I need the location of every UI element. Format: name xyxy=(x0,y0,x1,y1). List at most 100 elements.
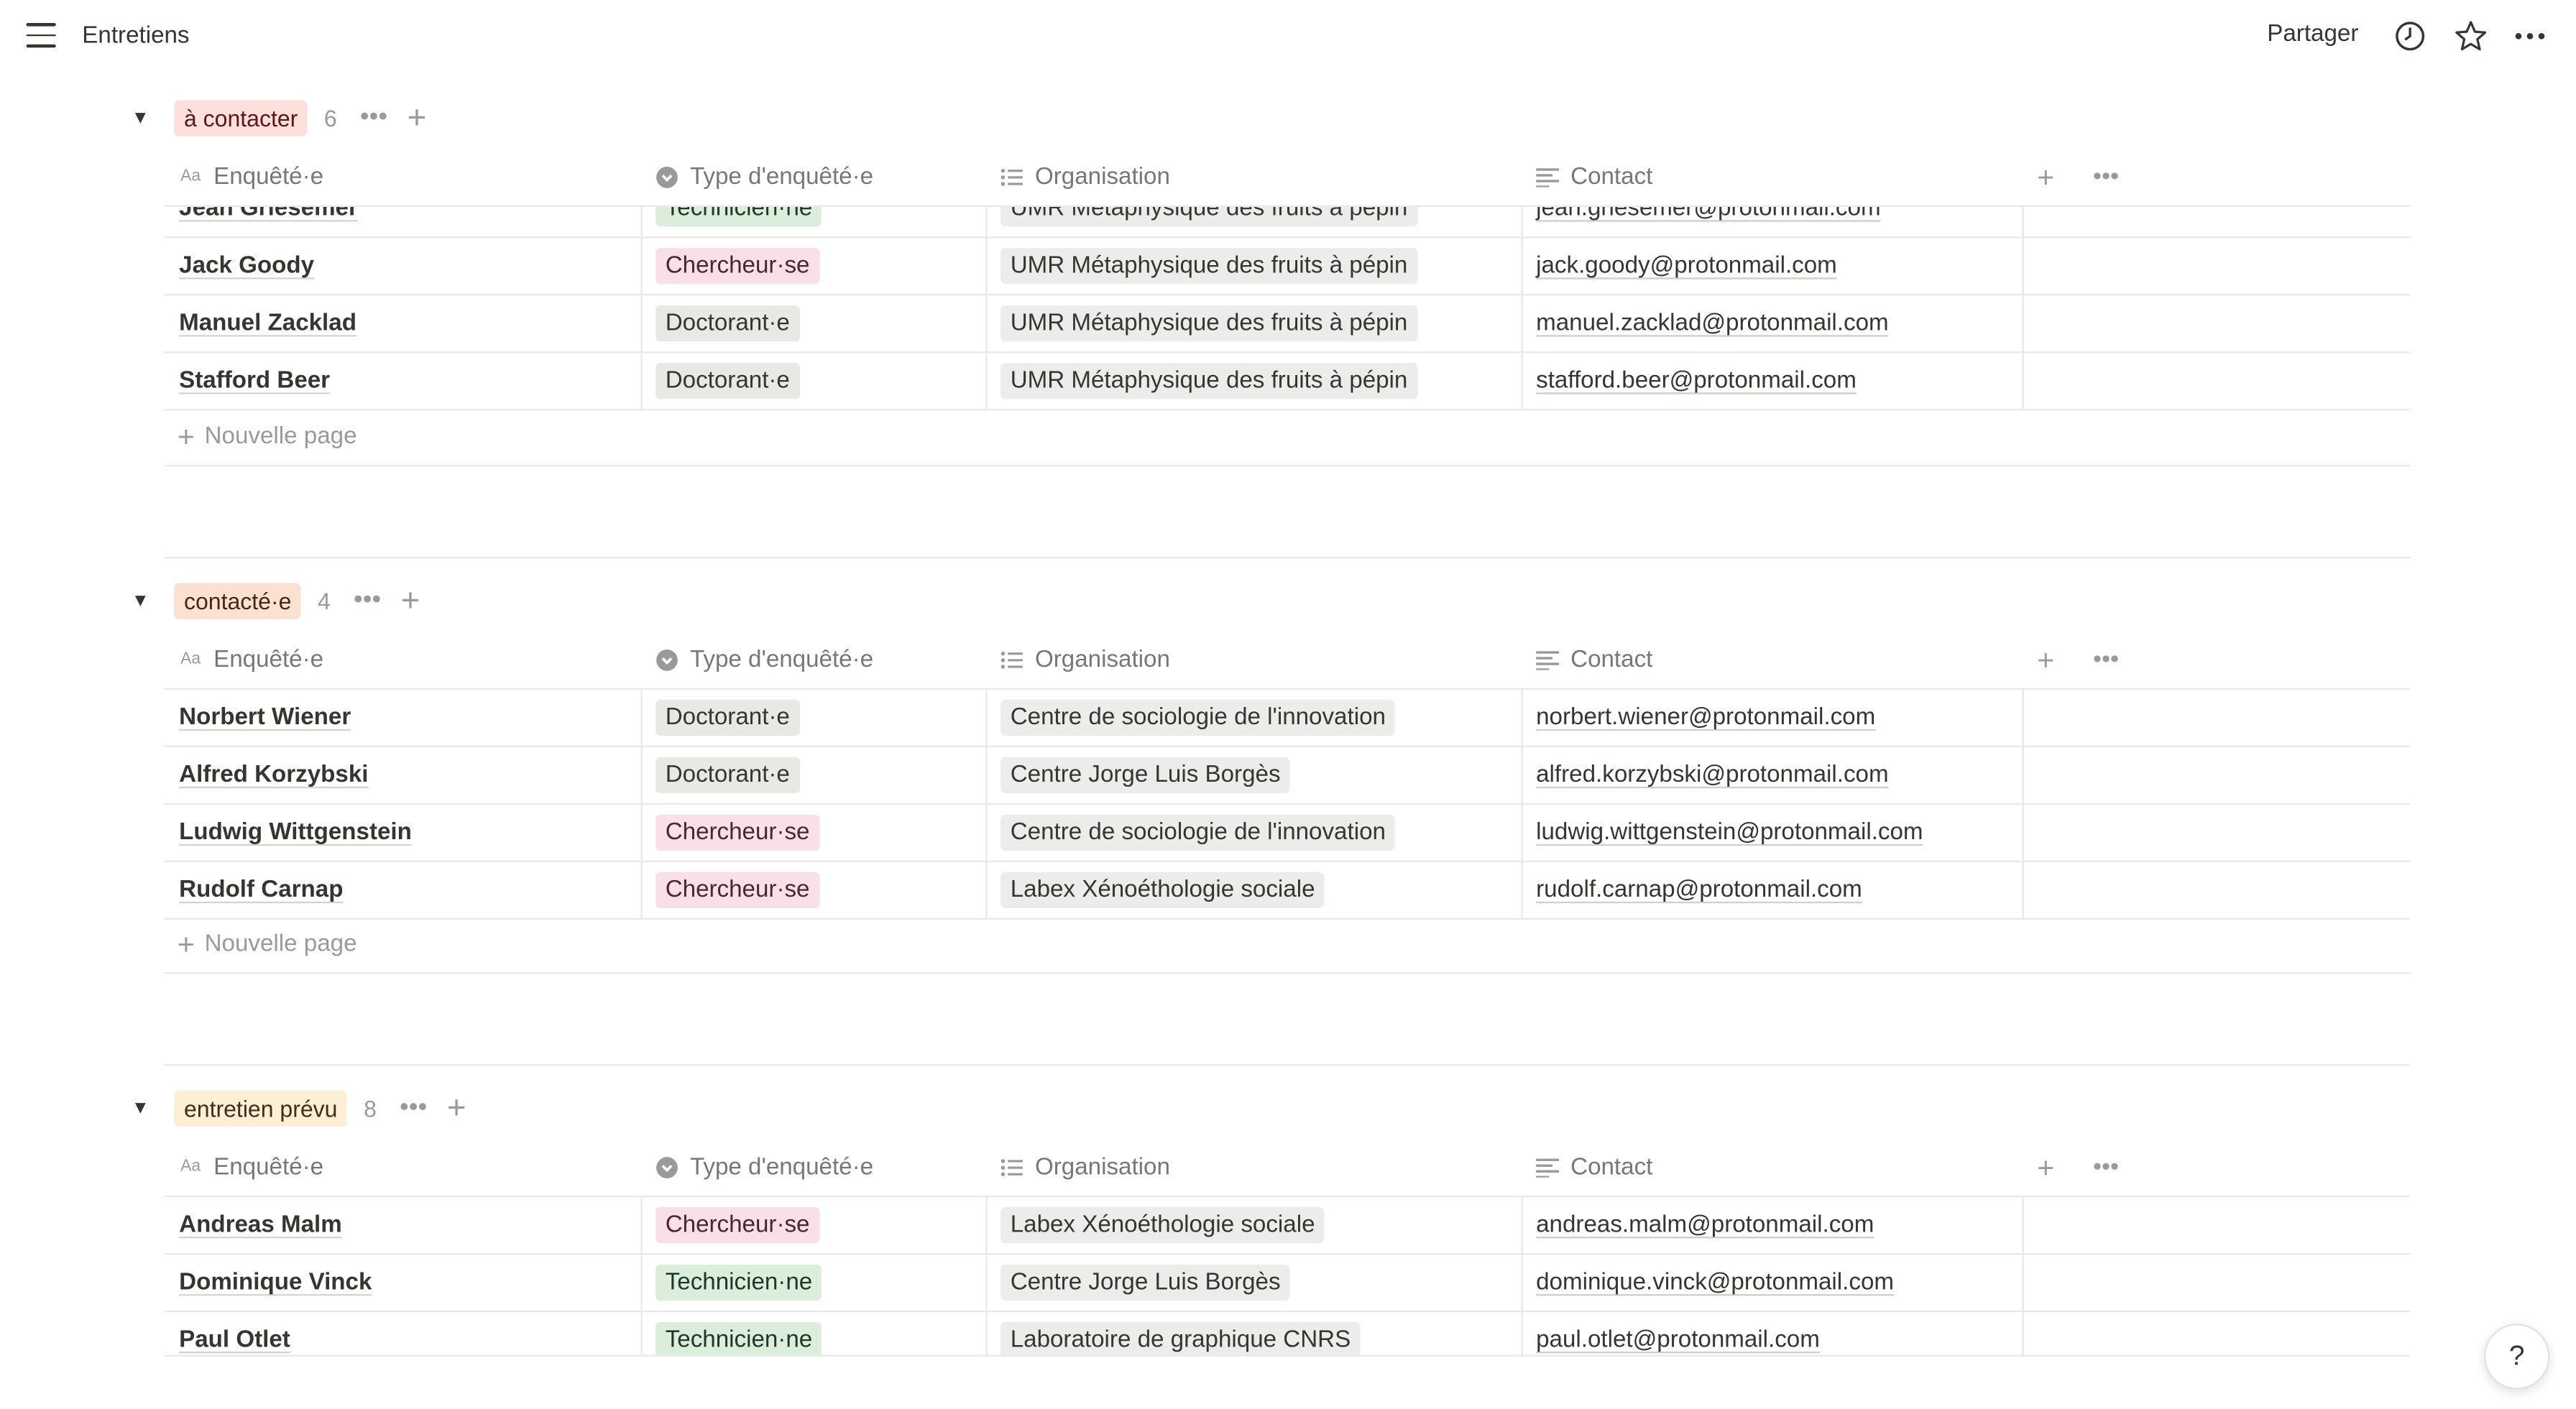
column-header-type[interactable]: Type d'enquêté·e xyxy=(654,631,873,688)
column-label: Contact xyxy=(1570,163,1653,190)
collapse-caret-icon[interactable]: ▼ xyxy=(132,1099,155,1118)
contact-email[interactable]: jean.griesemer@protonmail.com xyxy=(1536,207,1880,222)
group-more-icon[interactable]: ••• xyxy=(400,1094,427,1121)
contact-email[interactable]: ludwig.wittgenstein@protonmail.com xyxy=(1536,820,1923,846)
contact-email[interactable]: jack.goody@protonmail.com xyxy=(1536,253,1837,280)
row-name[interactable]: Ludwig Wittgenstein xyxy=(179,820,412,846)
table-row[interactable]: Jean Griesemer Technicien·ne UMR Métaphy… xyxy=(164,206,2411,239)
more-icon[interactable] xyxy=(2512,18,2548,54)
row-name[interactable]: Alfred Korzybski xyxy=(179,762,368,789)
row-name[interactable]: Jean Griesemer xyxy=(179,207,358,222)
contact-email[interactable]: norbert.wiener@protonmail.com xyxy=(1536,705,1875,731)
column-header-name[interactable]: Aa Enquêté·e xyxy=(178,1138,323,1196)
type-pill: Chercheur·se xyxy=(655,1206,820,1244)
collapse-caret-icon[interactable]: ▼ xyxy=(132,591,155,611)
column-header-row: Aa Enquêté·e Type d'enquêté·e Organisatio… xyxy=(164,148,2411,207)
group-add-icon[interactable]: + xyxy=(408,102,427,135)
table-row[interactable]: Jack Goody Chercheur·se UMR Métaphysique… xyxy=(164,238,2411,296)
table-row[interactable]: Stafford Beer Doctorant·e UMR Métaphysiq… xyxy=(164,353,2411,411)
group-more-icon[interactable]: ••• xyxy=(354,587,381,614)
new-page-button[interactable]: + Nouvelle page xyxy=(178,916,357,972)
new-page-button[interactable]: + Nouvelle page xyxy=(178,409,357,465)
column-header-org[interactable]: Organisation xyxy=(999,631,1170,688)
column-header-type[interactable]: Type d'enquêté·e xyxy=(654,1138,873,1196)
row-name[interactable]: Manuel Zacklad xyxy=(179,310,356,337)
contact-email[interactable]: alfred.korzybski@protonmail.com xyxy=(1536,762,1888,789)
row-name[interactable]: Norbert Wiener xyxy=(179,705,351,731)
column-header-contact[interactable]: Contact xyxy=(1535,1138,1652,1196)
group-more-icon[interactable]: ••• xyxy=(360,104,387,131)
contact-email[interactable]: stafford.beer@protonmail.com xyxy=(1536,368,1857,394)
row-name[interactable]: Jack Goody xyxy=(179,253,314,280)
collapse-caret-icon[interactable]: ▼ xyxy=(132,108,155,128)
table-row[interactable]: Manuel Zacklad Doctorant·e UMR Métaphysi… xyxy=(164,295,2411,354)
table-row[interactable]: Dominique Vinck Technicien·ne Centre Jor… xyxy=(164,1255,2411,1313)
divider xyxy=(164,556,2411,559)
table-row[interactable]: Paul Otlet Technicien·ne Laboratoire de … xyxy=(165,1312,2411,1357)
group-tag[interactable]: entretien prévu xyxy=(174,1090,348,1127)
row-name[interactable]: Stafford Beer xyxy=(179,368,330,394)
contact-email[interactable]: andreas.malm@protonmail.com xyxy=(1536,1212,1874,1239)
row-name[interactable]: Paul Otlet xyxy=(179,1327,290,1354)
row-name[interactable]: Rudolf Carnap xyxy=(179,877,343,904)
column-header-row: Aa Enquêté·e Type d'enquêté·e Organisatio… xyxy=(164,1138,2411,1198)
text-type-icon xyxy=(1535,1154,1561,1181)
title-type-icon: Aa xyxy=(180,650,201,669)
row-name[interactable]: Andreas Malm xyxy=(179,1212,342,1239)
contact-email[interactable]: manuel.zacklad@protonmail.com xyxy=(1536,310,1888,337)
group-header: ▼ à contacter 6 ••• + xyxy=(132,98,426,138)
column-header-contact[interactable]: Contact xyxy=(1535,148,1653,205)
column-header-type[interactable]: Type d'enquêté·e xyxy=(654,148,873,205)
table-row[interactable]: Ludwig Wittgenstein Chercheur·se Centre … xyxy=(164,804,2411,862)
table-body: Jean Griesemer Technicien·ne UMR Métaphy… xyxy=(164,206,2411,411)
clock-icon[interactable] xyxy=(2392,18,2428,54)
select-type-icon xyxy=(654,646,681,673)
contact-email[interactable]: paul.otlet@protonmail.com xyxy=(1536,1327,1820,1354)
column-header-org[interactable]: Organisation xyxy=(999,1138,1170,1196)
group-tag[interactable]: contacté·e xyxy=(174,583,302,619)
plus-icon: + xyxy=(177,927,195,960)
column-more-icon[interactable]: ••• xyxy=(2093,645,2119,673)
group-add-icon[interactable]: + xyxy=(401,585,420,618)
text-type-icon xyxy=(1535,163,1561,190)
table-row[interactable]: Andreas Malm Chercheur·se Labex Xénoétho… xyxy=(164,1197,2411,1255)
add-column-icon[interactable]: + xyxy=(2037,161,2054,195)
column-more-icon[interactable]: ••• xyxy=(2093,162,2119,190)
column-label: Contact xyxy=(1570,646,1653,673)
org-pill: Centre Jorge Luis Borgès xyxy=(1000,757,1291,793)
table-row[interactable]: Alfred Korzybski Doctorant·e Centre Jorg… xyxy=(164,747,2411,805)
menu-icon[interactable] xyxy=(26,22,56,50)
group-count: 8 xyxy=(364,1095,377,1122)
type-pill: Technicien·ne xyxy=(655,1321,822,1357)
help-button[interactable]: ? xyxy=(2483,1323,2550,1390)
column-header-org[interactable]: Organisation xyxy=(999,148,1170,205)
group-tag[interactable]: à contacter xyxy=(174,100,308,137)
group-header: ▼ entretien prévu 8 ••• + xyxy=(132,1089,466,1128)
row-name[interactable]: Dominique Vinck xyxy=(179,1270,372,1296)
contact-email[interactable]: dominique.vinck@protonmail.com xyxy=(1536,1270,1894,1296)
type-pill: Chercheur·se xyxy=(655,248,820,285)
group-add-icon[interactable]: + xyxy=(447,1092,466,1125)
type-pill: Doctorant·e xyxy=(655,699,800,736)
share-button[interactable]: Partager xyxy=(2267,22,2358,48)
column-header-contact[interactable]: Contact xyxy=(1535,631,1653,688)
org-pill: Laboratoire de graphique CNRS xyxy=(1000,1321,1361,1357)
type-pill: Chercheur·se xyxy=(655,814,820,851)
table-row[interactable]: Rudolf Carnap Chercheur·se Labex Xénoéth… xyxy=(164,861,2411,920)
org-pill: UMR Métaphysique des fruits à pépin xyxy=(1000,248,1418,285)
add-column-icon[interactable]: + xyxy=(2037,1151,2054,1186)
group-count: 4 xyxy=(317,588,331,614)
contact-email[interactable]: rudolf.carnap@protonmail.com xyxy=(1536,877,1862,904)
column-label: Type d'enquêté·e xyxy=(689,1153,874,1181)
add-column-icon[interactable]: + xyxy=(2037,644,2054,678)
column-header-name[interactable]: Aa Enquêté·e xyxy=(178,148,323,205)
type-pill: Chercheur·se xyxy=(655,872,820,908)
star-icon[interactable] xyxy=(2453,18,2489,54)
column-more-icon[interactable]: ••• xyxy=(2093,1153,2119,1181)
column-header-name[interactable]: Aa Enquêté·e xyxy=(178,631,323,688)
select-type-icon xyxy=(654,163,681,190)
column-label: Type d'enquêté·e xyxy=(689,163,874,190)
table-row[interactable]: Norbert Wiener Doctorant·e Centre de soc… xyxy=(164,689,2411,747)
org-pill: Centre Jorge Luis Borgès xyxy=(1000,1264,1291,1301)
column-label: Enquêté·e xyxy=(213,1153,324,1181)
